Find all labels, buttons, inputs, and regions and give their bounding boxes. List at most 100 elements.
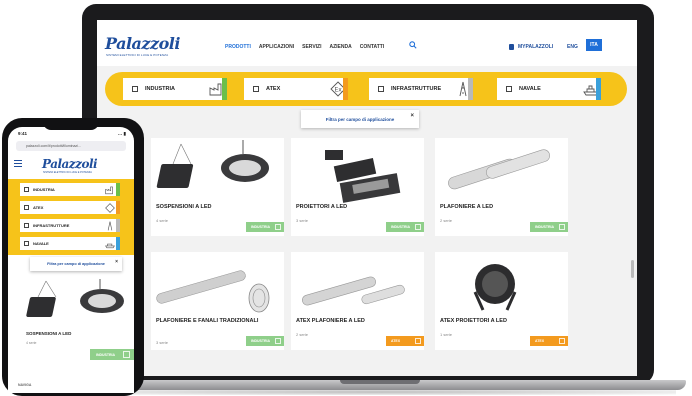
mobile-logo-tagline: SISTEMI ELETTRICI DI LUCE E POTENZA: [43, 171, 92, 174]
filter-industria[interactable]: INDUSTRIA: [123, 78, 227, 100]
filter-color-stripe: [116, 201, 120, 214]
highbay-led-image: [26, 279, 124, 317]
product-title: ATEX PROIETTORI A LED: [440, 318, 507, 324]
ceiling-led-image: [448, 149, 550, 190]
lock-icon: [509, 44, 514, 50]
filter-navale[interactable]: NAVALE: [497, 78, 601, 100]
product-card[interactable]: ATEX PROIETTORI A LED 1 serie ATEX: [435, 252, 568, 350]
product-card[interactable]: PLAFONIERE E FANALI TRADIZIONALI 3 serie…: [151, 252, 284, 350]
filter-label: INFRASTRUTTURE: [33, 223, 70, 228]
filter-atex[interactable]: ATEX Ex: [244, 78, 348, 100]
factory-icon: [275, 338, 281, 344]
mobile-site-logo[interactable]: Palazzoli: [42, 157, 98, 171]
product-title: SOSPENSIONI A LED: [26, 331, 72, 336]
filter-tooltip: Filtra per campo di applicazione ×: [301, 110, 419, 128]
account-link[interactable]: MYPALAZZOLI: [509, 44, 553, 50]
filter-color-stripe: [116, 219, 120, 232]
hamburger-menu-icon[interactable]: [14, 160, 22, 167]
product-series: 3 serie: [156, 340, 169, 345]
filter-color-stripe: [596, 78, 601, 100]
ship-icon: [105, 243, 115, 248]
product-tag-label: INDUSTRIA: [535, 225, 555, 229]
mobile-site-header: Palazzoli SISTEMI ELETTRICI DI LUCE E PO…: [8, 153, 134, 177]
filter-color-stripe: [468, 78, 473, 100]
filter-checkbox[interactable]: [132, 86, 138, 92]
product-card[interactable]: SOSPENSIONI A LED 4 serie INDUSTRIA: [151, 138, 284, 236]
product-title: PROIETTORI A LED: [296, 204, 348, 210]
mobile-filter-industria[interactable]: INDUSTRIA: [20, 183, 120, 196]
mobile-filter-navale[interactable]: NAVALE: [20, 237, 120, 250]
product-tag[interactable]: INDUSTRIA: [386, 222, 424, 232]
site-header: Palazzoli SISTEMI ELETTRICI DI LUCE E PO…: [97, 20, 637, 66]
filter-checkbox[interactable]: [24, 205, 29, 210]
nav-item-contatti[interactable]: CONTATTI: [360, 44, 385, 50]
mobile-filter-infrastrutture[interactable]: INFRASTRUTTURE: [20, 219, 120, 232]
product-title: PLAFONIERE A LED: [440, 204, 494, 210]
product-tag[interactable]: ATEX: [386, 336, 424, 346]
site-logo-tagline: SISTEMI ELETTRICI DI LUCE E POTENZA: [106, 53, 169, 57]
product-tag[interactable]: INDUSTRIA: [530, 222, 568, 232]
filter-tooltip-text: Filtra per campo di applicazione: [325, 116, 395, 122]
traditional-ceiling-image: [156, 270, 270, 313]
filter-label: ATEX: [266, 86, 281, 92]
laptop-screen: Palazzoli SISTEMI ELETTRICI DI LUCE E PO…: [97, 20, 637, 376]
lang-eng-button[interactable]: ENG: [567, 44, 578, 50]
ex-warning-icon: [415, 338, 421, 344]
product-card[interactable]: ATEX PLAFONIERE A LED 2 serie ATEX: [291, 252, 424, 350]
mobile-product-card[interactable]: SOSPENSIONI A LED 4 serie INDUSTRIA: [26, 279, 134, 369]
product-tag[interactable]: INDUSTRIA: [90, 349, 134, 360]
product-tag-label: INDUSTRIA: [96, 352, 116, 357]
signal-battery-icon: … ▮: [117, 131, 126, 136]
filter-label: INDUSTRIA: [33, 187, 55, 192]
product-series: 2 serie: [296, 332, 309, 337]
product-card[interactable]: PROIETTORI A LED 3 serie INDUSTRIA: [291, 138, 424, 236]
product-series: 1 serie: [440, 332, 453, 337]
product-series: 4 serie: [26, 341, 37, 345]
mobile-filter-atex[interactable]: ATEX: [20, 201, 120, 214]
page-scrollbar[interactable]: [631, 260, 634, 278]
filter-checkbox[interactable]: [24, 241, 29, 246]
product-series: 4 serie: [156, 218, 169, 223]
product-tag-label: INDUSTRIA: [251, 225, 271, 229]
mobile-filter-band: INDUSTRIA ATEX INFRASTRUTTURE NAVALE: [8, 179, 134, 255]
filter-label: INDUSTRIA: [145, 86, 175, 92]
filter-checkbox[interactable]: [378, 86, 384, 92]
filter-checkbox[interactable]: [24, 223, 29, 228]
product-tag[interactable]: INDUSTRIA: [246, 222, 284, 232]
search-icon[interactable]: [409, 41, 417, 49]
lang-ita-button[interactable]: ITA: [586, 39, 602, 51]
product-title: SOSPENSIONI A LED: [156, 204, 212, 210]
product-tag-label: INDUSTRIA: [251, 339, 271, 343]
mobile-filter-tooltip-text: Filtra per campo di applicazione: [47, 262, 105, 266]
nav-item-prodotti[interactable]: PRODOTTI: [225, 44, 251, 50]
ex-warning-icon: [105, 202, 115, 213]
site-logo[interactable]: Palazzoli: [105, 34, 180, 53]
product-title: ATEX PLAFONIERE A LED: [296, 318, 365, 324]
laptop-hinge-notch: [340, 380, 420, 384]
filter-color-stripe: [222, 78, 227, 100]
filter-label: ATEX: [33, 205, 44, 210]
filter-label: INFRASTRUTTURE: [391, 86, 442, 92]
close-icon[interactable]: ×: [410, 113, 414, 119]
factory-icon: [275, 224, 281, 230]
close-icon[interactable]: ×: [115, 259, 118, 265]
filter-checkbox[interactable]: [506, 86, 512, 92]
main-nav: PRODOTTI APPLICAZIONI SERVIZI AZIENDA CO…: [225, 44, 384, 50]
filter-infrastrutture[interactable]: INFRASTRUTTURE: [369, 78, 473, 100]
mobile-filter-tooltip: Filtra per campo di applicazione ×: [30, 257, 122, 271]
road-icon: [107, 221, 113, 230]
product-tag-label: ATEX: [391, 339, 401, 343]
product-tag[interactable]: ATEX: [530, 336, 568, 346]
product-tag-label: ATEX: [535, 339, 545, 343]
browser-url-bar[interactable]: palazzoli.com/it/prodotti/illuminazi...: [16, 141, 126, 151]
filter-color-stripe: [343, 78, 348, 100]
highbay-led-image: [156, 140, 269, 188]
filter-checkbox[interactable]: [24, 187, 29, 192]
filter-checkbox[interactable]: [253, 86, 259, 92]
product-card[interactable]: PLAFONIERE A LED 2 serie INDUSTRIA: [435, 138, 568, 236]
nav-item-servizi[interactable]: SERVIZI: [302, 44, 321, 50]
nav-item-applicazioni[interactable]: APPLICAZIONI: [259, 44, 294, 50]
product-tag[interactable]: INDUSTRIA: [246, 336, 284, 346]
nav-item-azienda[interactable]: AZIENDA: [329, 44, 351, 50]
mockup-stage: Palazzoli SISTEMI ELETTRICI DI LUCE E PO…: [0, 0, 692, 396]
